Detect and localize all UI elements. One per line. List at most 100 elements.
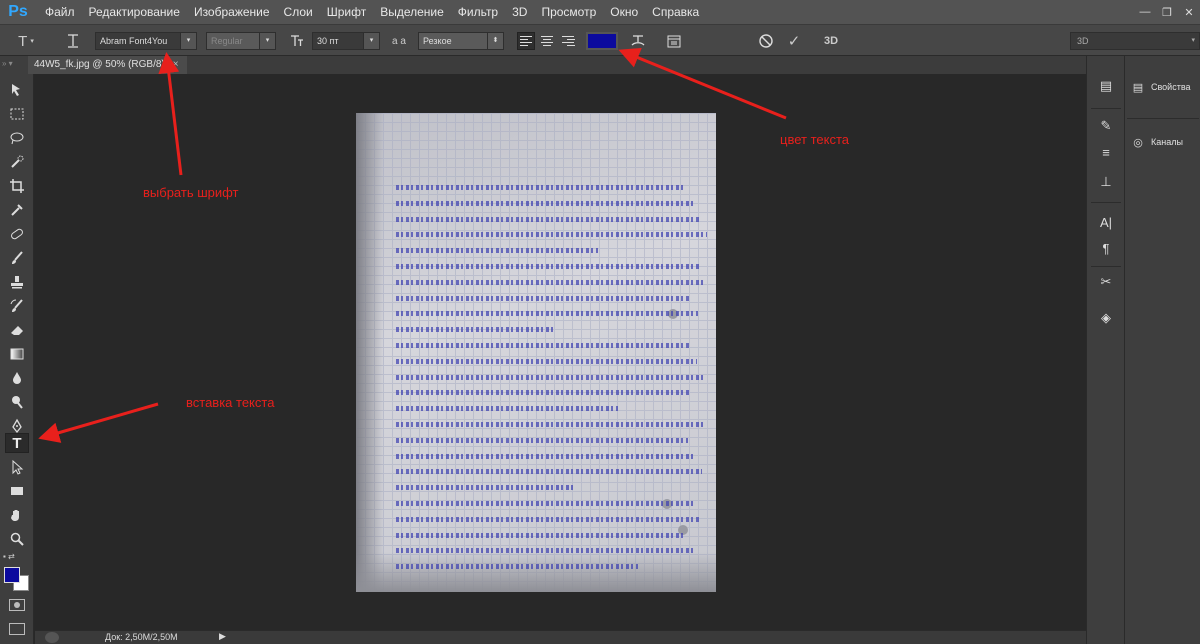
warp-text-icon[interactable]	[628, 32, 648, 50]
document-tabs: 44W5_fk.jpg @ 50% (RGB/8) ×	[28, 56, 1086, 74]
cancel-icon[interactable]	[756, 32, 776, 50]
chevron-updown-icon: ⬍	[487, 33, 503, 49]
handwriting-line	[396, 295, 691, 301]
menu-view[interactable]: Просмотр	[534, 0, 603, 24]
blur-icon[interactable]	[5, 368, 29, 388]
history-brush-icon[interactable]	[5, 296, 29, 316]
handwriting-line	[396, 248, 598, 254]
menu-file[interactable]: Файл	[38, 0, 82, 24]
screen-mode-icon[interactable]	[9, 623, 25, 635]
quick-mask-icon[interactable]	[9, 599, 25, 611]
lasso-icon[interactable]	[5, 128, 29, 148]
tools-presets-icon[interactable]: ✂	[1096, 272, 1116, 292]
handwriting-line	[396, 532, 686, 538]
chevron-down-icon: ▾	[363, 33, 379, 49]
path-select-icon[interactable]	[5, 457, 29, 477]
history-icon[interactable]: ▤	[1096, 76, 1116, 96]
healing-icon[interactable]	[5, 224, 29, 244]
document-size: Док: 2,50M/2,50M	[105, 632, 178, 642]
handwriting-line	[396, 264, 699, 269]
collapse-icon[interactable]: » ▾	[2, 59, 13, 68]
brush-presets-icon[interactable]: ✎	[1096, 116, 1116, 136]
handwriting-line	[396, 564, 638, 570]
font-family-select[interactable]: Abram Font4You ▾	[95, 32, 197, 50]
document-image	[356, 113, 716, 592]
annotation-text-color: цвет текста	[780, 132, 849, 147]
font-family-value: Abram Font4You	[100, 36, 168, 46]
foreground-color-swatch[interactable]	[4, 567, 20, 583]
close-button[interactable]: ✕	[1178, 0, 1200, 24]
quick-select-icon[interactable]	[5, 152, 29, 172]
antialias-icon: a a	[392, 35, 406, 47]
menu-type[interactable]: Шрифт	[320, 0, 373, 24]
status-menu-icon[interactable]: ▶	[219, 631, 226, 642]
menu-edit[interactable]: Редактирование	[82, 0, 187, 24]
align-right-button[interactable]	[559, 32, 577, 50]
restore-button[interactable]: ❐	[1156, 0, 1178, 24]
antialias-select[interactable]: Резкое ⬍	[418, 32, 504, 50]
character-icon[interactable]: A|	[1096, 212, 1116, 232]
panel-area: ▤ Свойства ◎ Каналы	[1124, 56, 1200, 644]
handwriting-line	[396, 390, 689, 396]
tool-preset-picker[interactable]: T ▾	[14, 32, 38, 50]
stamp-icon[interactable]	[5, 272, 29, 292]
eraser-icon[interactable]	[5, 320, 29, 340]
crop-icon[interactable]	[5, 176, 29, 196]
layers-icon[interactable]: ◈	[1096, 308, 1116, 328]
menu-bar: Ps Файл Редактирование Изображение Слои …	[0, 0, 1200, 24]
gradient-icon[interactable]	[5, 344, 29, 364]
type-tool-icon: T	[18, 32, 28, 50]
document-tab[interactable]: 44W5_fk.jpg @ 50% (RGB/8) ×	[28, 56, 187, 74]
close-tab-icon[interactable]: ×	[173, 59, 179, 70]
character-panel-icon[interactable]	[664, 32, 684, 50]
menu-window[interactable]: Окно	[603, 0, 645, 24]
zoom-icon[interactable]	[5, 529, 29, 549]
tools-panel: » ▾ T ▪ ⇄	[0, 56, 34, 644]
handwriting-line	[396, 406, 618, 412]
properties-panel-button[interactable]: ▤ Свойства	[1129, 76, 1200, 98]
text-color-swatch[interactable]	[586, 32, 618, 50]
align-left-button[interactable]	[517, 32, 535, 50]
handwriting-line	[396, 327, 553, 333]
brush-panel-icon[interactable]: ≡	[1096, 142, 1116, 162]
font-size-value: 30 пт	[317, 36, 339, 46]
handwriting-line	[396, 200, 693, 206]
marquee-icon[interactable]	[5, 104, 29, 124]
align-center-button[interactable]	[538, 32, 556, 50]
minimize-button[interactable]: —	[1134, 0, 1156, 24]
channels-panel-button[interactable]: ◎ Каналы	[1129, 131, 1200, 153]
workspace-value: 3D	[1077, 36, 1089, 46]
commit-icon[interactable]: ✓	[784, 32, 804, 50]
menu-layers[interactable]: Слои	[277, 0, 320, 24]
clone-source-icon[interactable]: ⊥	[1096, 172, 1116, 192]
shape-icon[interactable]	[5, 481, 29, 501]
menu-filter[interactable]: Фильтр	[451, 0, 505, 24]
status-icon[interactable]	[45, 632, 59, 643]
menu-select[interactable]: Выделение	[373, 0, 451, 24]
handwriting-line	[396, 422, 703, 427]
text-orientation-icon[interactable]	[62, 32, 84, 50]
channels-label: Каналы	[1151, 137, 1183, 147]
handwriting-line	[396, 453, 695, 459]
default-colors-icon[interactable]: ▪ ⇄	[3, 552, 15, 561]
type-icon[interactable]: T	[5, 433, 29, 453]
font-size-select[interactable]: 30 пт ▾	[312, 32, 380, 50]
3d-button[interactable]: 3D	[818, 32, 844, 50]
paragraph-icon[interactable]: ¶	[1096, 238, 1116, 258]
workspace-select[interactable]: 3D ▾	[1070, 32, 1200, 50]
handwriting-line	[396, 437, 688, 443]
canvas-area[interactable]	[35, 74, 1086, 630]
status-bar: Док: 2,50M/2,50M ▶	[35, 630, 1086, 644]
menu-3d[interactable]: 3D	[505, 0, 534, 24]
brush-icon[interactable]	[5, 248, 29, 268]
dodge-icon[interactable]	[5, 392, 29, 412]
font-size-icon	[287, 32, 307, 50]
font-style-select[interactable]: Regular ▾	[206, 32, 276, 50]
eyedropper-icon[interactable]	[5, 200, 29, 220]
move-icon[interactable]	[5, 80, 29, 100]
options-bar: T ▾ Abram Font4You ▾ Regular ▾ 30 пт ▾ a …	[0, 24, 1200, 56]
menu-image[interactable]: Изображение	[187, 0, 277, 24]
hand-icon[interactable]	[5, 505, 29, 525]
menu-help[interactable]: Справка	[645, 0, 706, 24]
handwriting-line	[396, 311, 698, 317]
